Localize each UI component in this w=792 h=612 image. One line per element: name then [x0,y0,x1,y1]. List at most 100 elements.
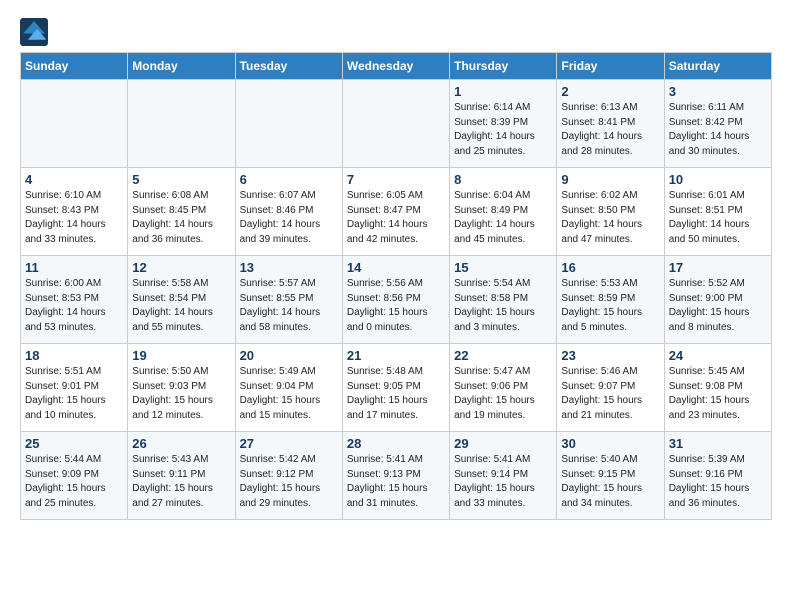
day-number: 13 [240,260,338,275]
day-info: Sunrise: 6:02 AM Sunset: 8:50 PM Dayligh… [561,189,659,247]
calendar-week-row: 1 Sunrise: 6:14 AM Sunset: 8:39 PM Daylig… [21,80,772,168]
weekday-header-wednesday: Wednesday [342,53,449,80]
day-info: Sunrise: 6:11 AM Sunset: 8:42 PM Dayligh… [669,101,767,159]
weekday-header-friday: Friday [557,53,664,80]
day-info: Sunrise: 5:41 AM Sunset: 9:13 PM Dayligh… [347,453,445,511]
day-number: 20 [240,348,338,363]
day-info: Sunrise: 5:42 AM Sunset: 9:12 PM Dayligh… [240,453,338,511]
calendar-week-row: 4 Sunrise: 6:10 AM Sunset: 8:43 PM Daylig… [21,168,772,256]
day-number: 3 [669,84,767,99]
calendar-day-empty [128,80,235,168]
day-info: Sunrise: 5:56 AM Sunset: 8:56 PM Dayligh… [347,277,445,335]
calendar-day-3: 3 Sunrise: 6:11 AM Sunset: 8:42 PM Daylig… [664,80,771,168]
day-info: Sunrise: 5:45 AM Sunset: 9:08 PM Dayligh… [669,365,767,423]
calendar-day-empty [21,80,128,168]
day-info: Sunrise: 5:51 AM Sunset: 9:01 PM Dayligh… [25,365,123,423]
day-number: 11 [25,260,123,275]
day-number: 17 [669,260,767,275]
calendar-week-row: 25Sunrise: 5:44 AM Sunset: 9:09 PM Dayli… [21,432,772,520]
day-number: 26 [132,436,230,451]
weekday-header-thursday: Thursday [450,53,557,80]
calendar-day-31: 31 Sunrise: 5:39 AM Sunset: 9:16 PM Dayli… [664,432,771,520]
day-info: Sunrise: 6:07 AM Sunset: 8:46 PM Dayligh… [240,189,338,247]
day-info: Sunrise: 5:48 AM Sunset: 9:05 PM Dayligh… [347,365,445,423]
weekday-header-saturday: Saturday [664,53,771,80]
calendar-day-5: 5 Sunrise: 6:08 AM Sunset: 8:45 PM Daylig… [128,168,235,256]
calendar-day-25: 25Sunrise: 5:44 AM Sunset: 9:09 PM Dayli… [21,432,128,520]
calendar-day-23: 23 Sunrise: 5:46 AM Sunset: 9:07 PM Dayli… [557,344,664,432]
logo [20,18,51,46]
calendar-day-13: 13 Sunrise: 5:57 AM Sunset: 8:55 PM Dayli… [235,256,342,344]
day-number: 8 [454,172,552,187]
page-header [20,18,772,46]
day-number: 22 [454,348,552,363]
weekday-header-monday: Monday [128,53,235,80]
calendar-day-4: 4 Sunrise: 6:10 AM Sunset: 8:43 PM Daylig… [21,168,128,256]
calendar-day-12: 12Sunrise: 5:58 AM Sunset: 8:54 PM Dayli… [128,256,235,344]
day-info: Sunrise: 5:54 AM Sunset: 8:58 PM Dayligh… [454,277,552,335]
day-info: Sunrise: 6:10 AM Sunset: 8:43 PM Dayligh… [25,189,123,247]
day-number: 9 [561,172,659,187]
day-number: 15 [454,260,552,275]
calendar-table: SundayMondayTuesdayWednesdayThursdayFrid… [20,52,772,520]
calendar-day-14: 14Sunrise: 5:56 AM Sunset: 8:56 PM Dayli… [342,256,449,344]
weekday-header-sunday: Sunday [21,53,128,80]
calendar-day-28: 28 Sunrise: 5:41 AM Sunset: 9:13 PM Dayli… [342,432,449,520]
day-info: Sunrise: 6:01 AM Sunset: 8:51 PM Dayligh… [669,189,767,247]
day-number: 28 [347,436,445,451]
day-number: 31 [669,436,767,451]
day-number: 2 [561,84,659,99]
day-number: 6 [240,172,338,187]
calendar-day-15: 15 Sunrise: 5:54 AM Sunset: 8:58 PM Dayli… [450,256,557,344]
calendar-day-9: 9 Sunrise: 6:02 AM Sunset: 8:50 PM Daylig… [557,168,664,256]
calendar-day-22: 22 Sunrise: 5:47 AM Sunset: 9:06 PM Dayli… [450,344,557,432]
calendar-day-11: 11 Sunrise: 6:00 AM Sunset: 8:53 PM Dayli… [21,256,128,344]
calendar-day-29: 29Sunrise: 5:41 AM Sunset: 9:14 PM Dayli… [450,432,557,520]
day-info: Sunrise: 6:13 AM Sunset: 8:41 PM Dayligh… [561,101,659,159]
calendar-day-30: 30 Sunrise: 5:40 AM Sunset: 9:15 PM Dayli… [557,432,664,520]
calendar-day-18: 18 Sunrise: 5:51 AM Sunset: 9:01 PM Dayli… [21,344,128,432]
day-number: 18 [25,348,123,363]
day-info: Sunrise: 5:46 AM Sunset: 9:07 PM Dayligh… [561,365,659,423]
calendar-day-17: 17 Sunrise: 5:52 AM Sunset: 9:00 PM Dayli… [664,256,771,344]
day-number: 21 [347,348,445,363]
day-info: Sunrise: 5:39 AM Sunset: 9:16 PM Dayligh… [669,453,767,511]
calendar-day-27: 27 Sunrise: 5:42 AM Sunset: 9:12 PM Dayli… [235,432,342,520]
day-info: Sunrise: 5:57 AM Sunset: 8:55 PM Dayligh… [240,277,338,335]
day-number: 16 [561,260,659,275]
day-number: 24 [669,348,767,363]
calendar-day-16: 16Sunrise: 5:53 AM Sunset: 8:59 PM Dayli… [557,256,664,344]
day-info: Sunrise: 5:40 AM Sunset: 9:15 PM Dayligh… [561,453,659,511]
day-number: 23 [561,348,659,363]
day-info: Sunrise: 6:00 AM Sunset: 8:53 PM Dayligh… [25,277,123,335]
day-info: Sunrise: 5:44 AM Sunset: 9:09 PM Dayligh… [25,453,123,511]
day-number: 5 [132,172,230,187]
day-number: 27 [240,436,338,451]
calendar-day-10: 10Sunrise: 6:01 AM Sunset: 8:51 PM Dayli… [664,168,771,256]
logo-icon [20,18,48,46]
page: SundayMondayTuesdayWednesdayThursdayFrid… [0,0,792,530]
day-info: Sunrise: 5:47 AM Sunset: 9:06 PM Dayligh… [454,365,552,423]
day-number: 30 [561,436,659,451]
calendar-day-6: 6 Sunrise: 6:07 AM Sunset: 8:46 PM Daylig… [235,168,342,256]
calendar-day-19: 19Sunrise: 5:50 AM Sunset: 9:03 PM Dayli… [128,344,235,432]
day-info: Sunrise: 5:49 AM Sunset: 9:04 PM Dayligh… [240,365,338,423]
day-number: 12 [132,260,230,275]
day-info: Sunrise: 5:41 AM Sunset: 9:14 PM Dayligh… [454,453,552,511]
day-info: Sunrise: 6:08 AM Sunset: 8:45 PM Dayligh… [132,189,230,247]
day-number: 4 [25,172,123,187]
calendar-day-7: 7Sunrise: 6:05 AM Sunset: 8:47 PM Daylig… [342,168,449,256]
weekday-header-row: SundayMondayTuesdayWednesdayThursdayFrid… [21,53,772,80]
day-info: Sunrise: 5:52 AM Sunset: 9:00 PM Dayligh… [669,277,767,335]
calendar-week-row: 11 Sunrise: 6:00 AM Sunset: 8:53 PM Dayli… [21,256,772,344]
day-number: 1 [454,84,552,99]
day-info: Sunrise: 5:43 AM Sunset: 9:11 PM Dayligh… [132,453,230,511]
day-info: Sunrise: 6:14 AM Sunset: 8:39 PM Dayligh… [454,101,552,159]
calendar-day-24: 24 Sunrise: 5:45 AM Sunset: 9:08 PM Dayli… [664,344,771,432]
calendar-day-20: 20 Sunrise: 5:49 AM Sunset: 9:04 PM Dayli… [235,344,342,432]
calendar-day-26: 26 Sunrise: 5:43 AM Sunset: 9:11 PM Dayli… [128,432,235,520]
day-info: Sunrise: 6:04 AM Sunset: 8:49 PM Dayligh… [454,189,552,247]
calendar-day-empty [342,80,449,168]
day-number: 7 [347,172,445,187]
day-number: 19 [132,348,230,363]
